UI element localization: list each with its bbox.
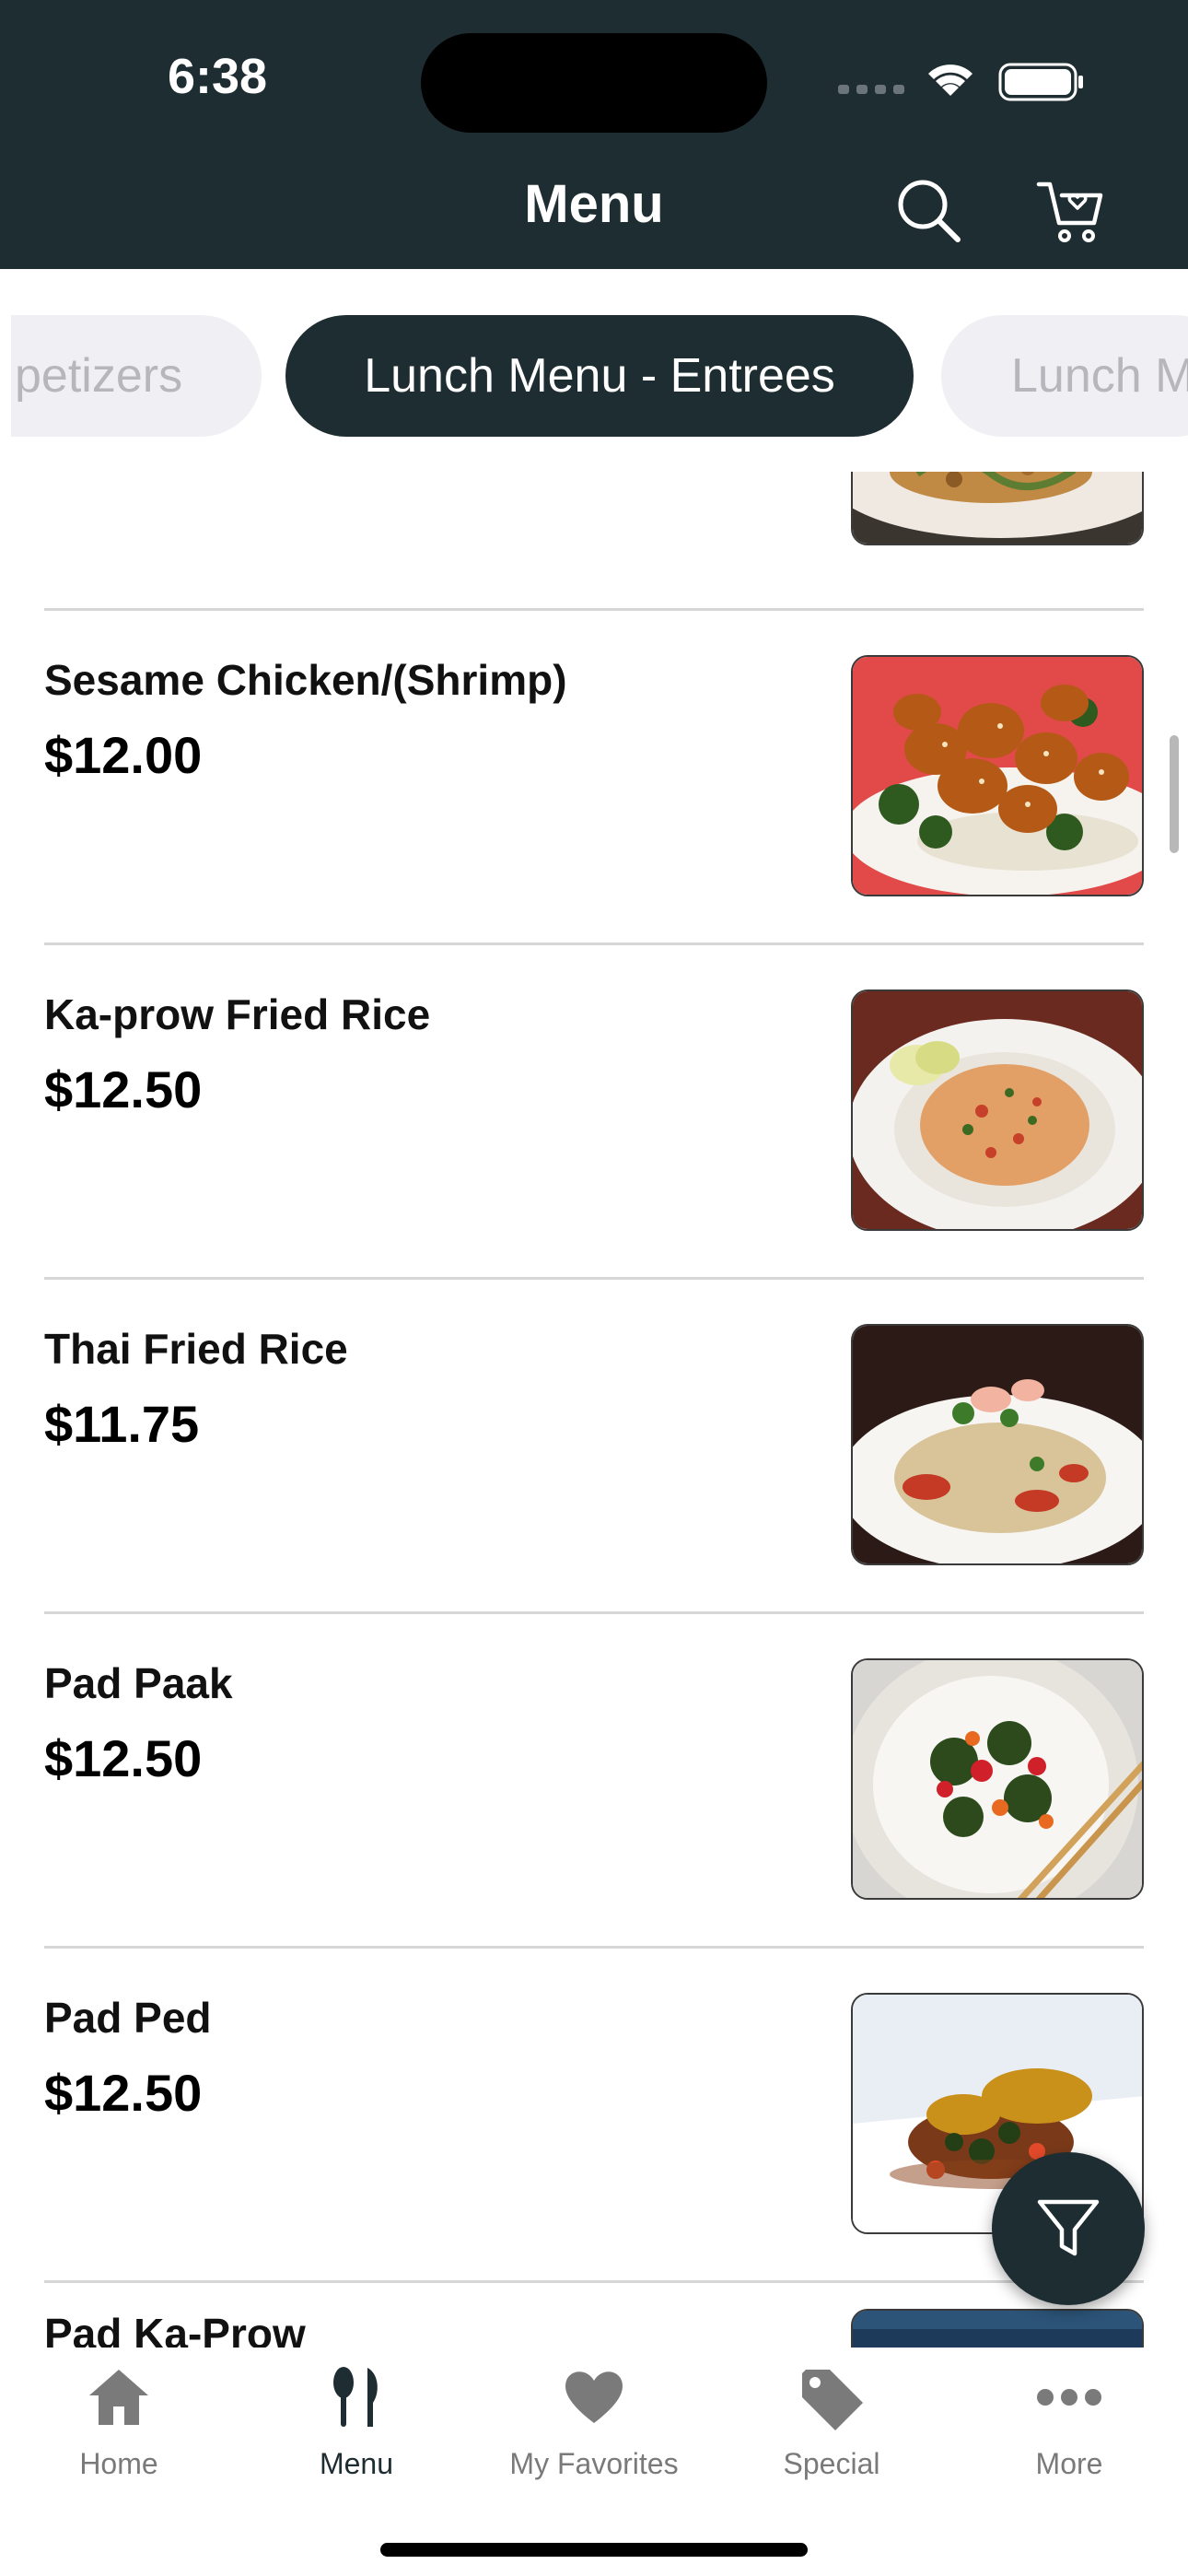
tabbar-item-favorites[interactable]: My Favorites [475,2348,713,2495]
app-header: 6:38 Menu [0,0,1188,269]
menu-item[interactable]: Pad Paak $12.50 [0,1614,1188,1949]
home-indicator[interactable] [380,2543,808,2557]
filter-button[interactable] [992,2152,1145,2305]
menu-item[interactable]: Pad Ka-Prow [0,2283,1188,2348]
menu-item-image [851,2309,1144,2348]
tag-icon [802,2370,863,2430]
tabbar-label: My Favorites [509,2447,679,2480]
menu-item-price: $12.50 [44,1729,203,1787]
menu-item-price: $12.50 [44,2064,203,2122]
menu-item-image [851,1324,1144,1565]
status-time: 6:38 [168,49,268,104]
menu-item-image [851,472,1144,545]
tab-label: Lunch M [1011,349,1188,403]
heart-icon [565,2371,623,2423]
menu-item-price: $11.75 [44,1395,200,1453]
battery-icon [998,63,1083,101]
menu-item-image [851,655,1144,896]
menu-item-name: Thai Fried Rice [44,1325,348,1373]
cart-icon[interactable] [1033,173,1107,247]
menu-item-price: $12.00 [44,726,203,784]
menu-utensils-icon [333,2367,378,2427]
menu-item-image [851,989,1144,1231]
search-icon[interactable] [891,173,965,247]
menu-item-name: Pad Ped [44,1994,212,2042]
bottom-tab-bar: Home Menu My Favorites Special More [0,2348,1188,2576]
dynamic-island [421,33,767,133]
tab-label: petizers [15,349,183,403]
menu-item-price: $12.50 [44,1060,203,1118]
menu-item[interactable]: Ka-prow Fried Rice $12.50 [0,945,1188,1280]
tabbar-label: More [1035,2447,1103,2480]
page-title: Menu [524,174,664,234]
cellular-signal-icon [838,85,904,94]
status-icons [838,63,1083,101]
tabbar-item-menu[interactable]: Menu [238,2348,475,2495]
menu-item-image [851,1658,1144,1900]
menu-list: Sesame Chicken/(Shrimp) $12.00 Ka-prow F… [0,472,1188,2348]
tabbar-label: Home [79,2447,158,2480]
tab-lunch-next[interactable]: Lunch M [941,315,1188,437]
tabbar-item-special[interactable]: Special [713,2348,950,2495]
wifi-icon [928,64,973,96]
menu-item-name: Sesame Chicken/(Shrimp) [44,656,567,704]
tab-appetizers[interactable]: petizers [11,315,262,437]
filter-icon [1037,2199,1100,2256]
menu-item-name: Pad Ka-Prow [44,2310,306,2348]
menu-item-name: Ka-prow Fried Rice [44,990,431,1038]
tabbar-label: Menu [319,2447,394,2480]
category-tabs: petizers Lunch Menu - Entrees Lunch M [0,269,1188,472]
tab-lunch-entrees[interactable]: Lunch Menu - Entrees [285,315,914,437]
tabbar-item-home[interactable]: Home [0,2348,238,2495]
menu-item-name: Pad Paak [44,1659,233,1707]
more-dots-icon [1037,2389,1101,2406]
menu-item[interactable]: Sesame Chicken/(Shrimp) $12.00 [0,611,1188,945]
home-icon [89,2370,148,2425]
tabbar-item-more[interactable]: More [950,2348,1188,2495]
tabbar-label: Special [783,2447,880,2480]
tab-label: Lunch Menu - Entrees [364,349,835,403]
menu-item[interactable]: Thai Fried Rice $11.75 [0,1280,1188,1614]
scroll-indicator[interactable] [1170,735,1179,853]
